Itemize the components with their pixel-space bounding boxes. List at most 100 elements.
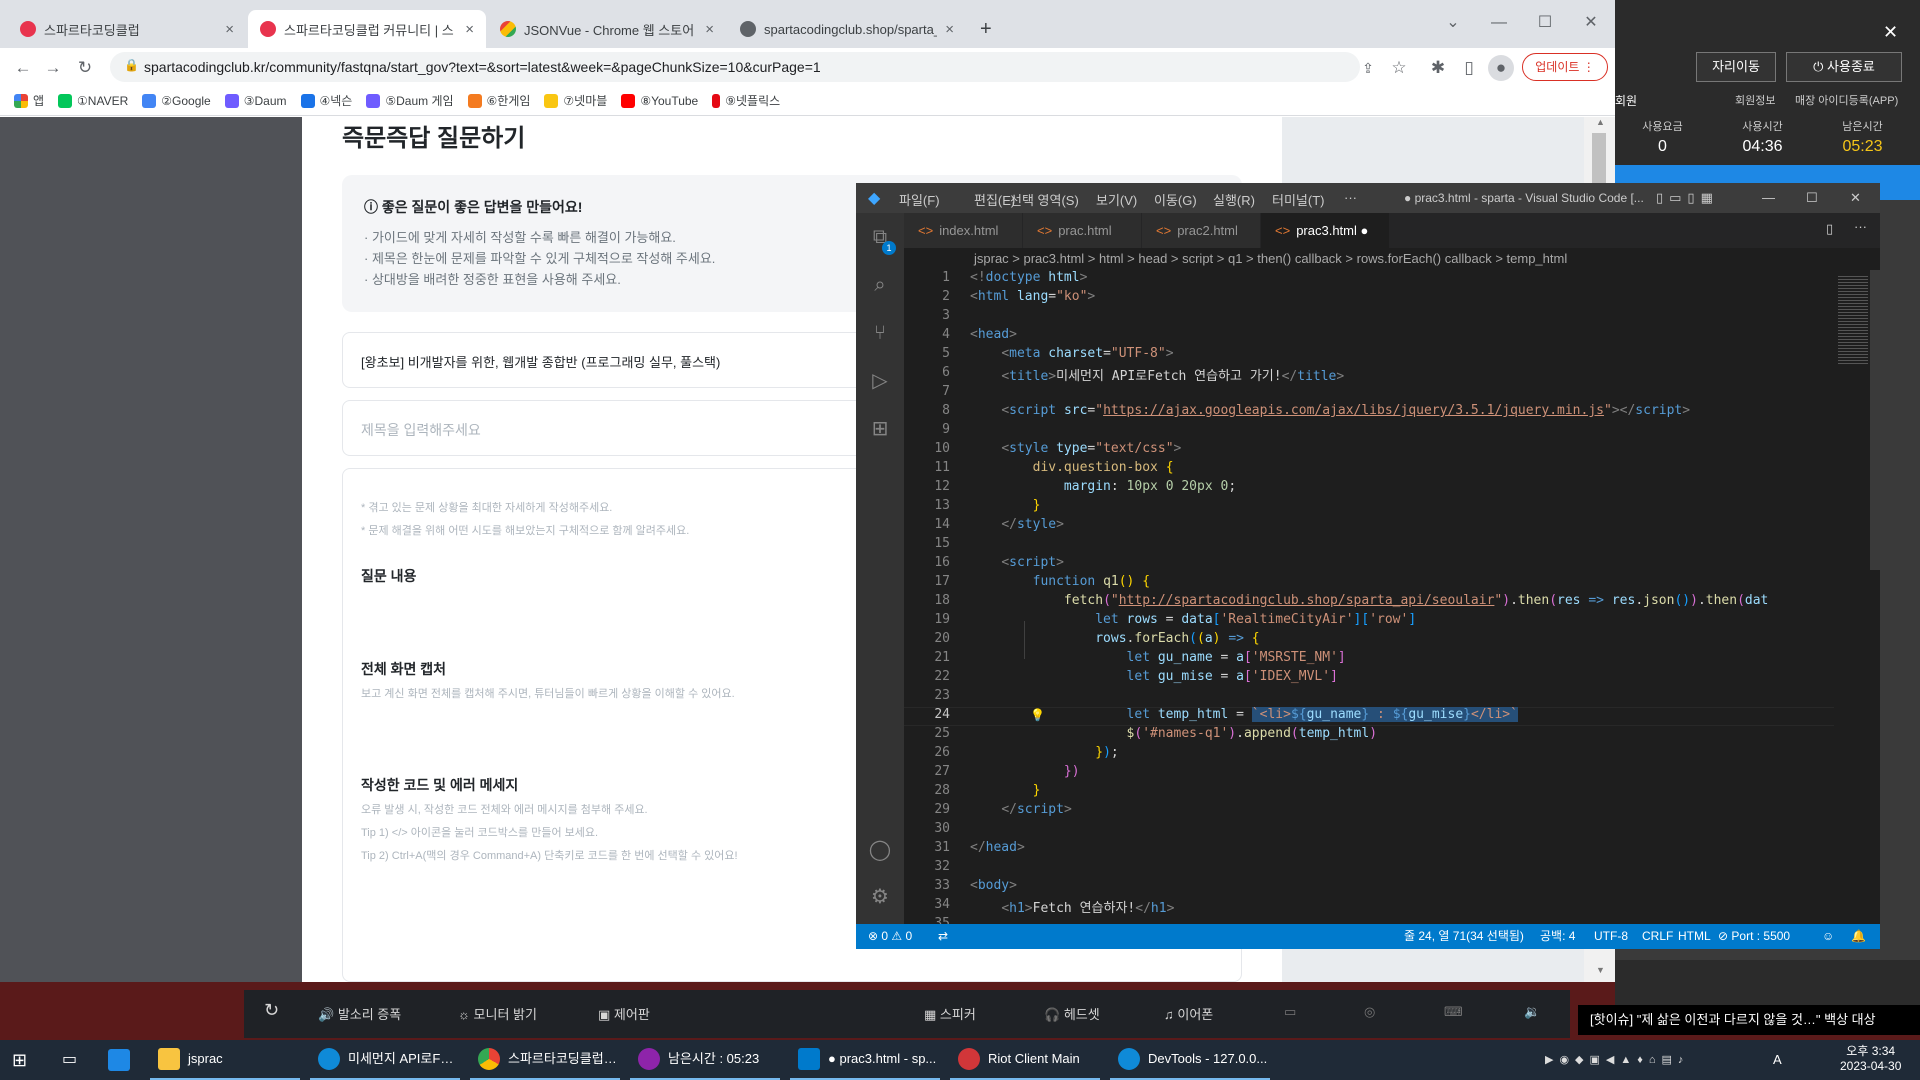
account-icon[interactable]: ◯ bbox=[868, 838, 892, 862]
bookmark-youtube[interactable]: ⑧YouTube bbox=[621, 93, 698, 108]
end-session-button[interactable]: ⏻ 사용종료 bbox=[1786, 52, 1902, 82]
encoding[interactable]: UTF-8 bbox=[1594, 924, 1628, 949]
bookmark-google[interactable]: ②Google bbox=[142, 93, 211, 108]
keyboard-icon[interactable]: ⌨ bbox=[1444, 1004, 1463, 1020]
monitor-icon[interactable]: ▭ bbox=[1284, 1004, 1296, 1020]
close-tab-icon[interactable]: × bbox=[705, 21, 714, 38]
editor-tab-index[interactable]: <> index.html bbox=[904, 213, 1022, 248]
tab-jsonvue[interactable]: JSONVue - Chrome 웹 스토어 × bbox=[488, 10, 726, 48]
close-window-button[interactable]: ✕ bbox=[1568, 8, 1614, 38]
maximize-button[interactable]: ☐ bbox=[1522, 8, 1568, 38]
bookmark-hangame[interactable]: ⑥한게임 bbox=[467, 92, 530, 109]
bookmark-nexon[interactable]: ④넥슨 bbox=[300, 92, 352, 109]
notifications-bell-icon[interactable]: 🔔 bbox=[1851, 924, 1866, 949]
search-icon[interactable]: ⌕ bbox=[868, 273, 892, 297]
close-panel-icon[interactable]: ✕ bbox=[1883, 22, 1898, 43]
system-tray-icons[interactable]: ▶◉◆▣◀▲♦⌂▤♪ bbox=[1545, 1040, 1689, 1080]
extensions-icon[interactable]: ✱ bbox=[1425, 55, 1451, 81]
tab-sparta-shop[interactable]: spartacodingclub.shop/sparta_a × bbox=[728, 10, 966, 48]
taskbar-explorer[interactable]: jsprac bbox=[150, 1040, 300, 1080]
taskbar-chrome[interactable]: 스파르타코딩클럽 ... bbox=[470, 1040, 620, 1080]
register-id-link[interactable]: 매장 아이디등록(APP) bbox=[1795, 92, 1898, 108]
member-info-link[interactable]: 회원정보 bbox=[1735, 92, 1775, 108]
move-seat-button[interactable]: 자리이동 bbox=[1696, 52, 1776, 82]
menu-selection[interactable]: 선택 영역(S) bbox=[1010, 190, 1079, 209]
vscode-maximize-button[interactable]: ☐ bbox=[1806, 190, 1818, 206]
clock[interactable]: 오후 3:34 2023-04-30 bbox=[1840, 1040, 1901, 1080]
bookmark-daum-game[interactable]: ⑤Daum 게임 bbox=[366, 92, 454, 109]
mouse-icon[interactable]: ◎ bbox=[1364, 1004, 1375, 1020]
bookmark-naver[interactable]: ①NAVER bbox=[58, 93, 128, 108]
news-ticker[interactable]: [핫이슈] "제 삶은 이전과 다르지 않을 것…" 백상 대상 bbox=[1578, 1005, 1920, 1035]
tab-sparta-community[interactable]: 스파르타코딩클럽 커뮤니티 | 스 × bbox=[248, 10, 486, 48]
start-button[interactable]: ⊞ bbox=[12, 1040, 27, 1080]
language-mode[interactable]: HTML bbox=[1678, 924, 1711, 949]
taskbar-timer[interactable]: 남은시간 : 05:23 bbox=[630, 1040, 780, 1080]
back-icon[interactable]: ← bbox=[10, 55, 36, 81]
menu-terminal[interactable]: 터미널(T) bbox=[1272, 190, 1324, 209]
update-button[interactable]: 업데이트 ⋮ bbox=[1522, 53, 1608, 81]
tip-heading: ⓘ 좋은 질문이 좋은 답변을 만들어요! bbox=[364, 199, 583, 215]
editor-tab-prac3[interactable]: <> prac3.html ● bbox=[1261, 213, 1389, 248]
problems-indicator[interactable]: ⊗ 0 ⚠ 0 bbox=[868, 924, 912, 949]
menu-file[interactable]: 파일(F) bbox=[899, 190, 940, 209]
extensions-icon[interactable]: ⊞ bbox=[868, 417, 892, 441]
side-panel-icon[interactable]: ▯ bbox=[1456, 55, 1482, 81]
refresh-icon[interactable]: ↻ bbox=[264, 1000, 279, 1021]
footstep-boost-button[interactable]: 🔊 발소리 증폭 bbox=[318, 1004, 401, 1023]
run-debug-icon[interactable]: ▷ bbox=[868, 369, 892, 393]
taskbar-edge[interactable]: 미세먼지 API로Fet... bbox=[310, 1040, 460, 1080]
indentation[interactable]: 공백: 4 bbox=[1540, 924, 1575, 949]
close-tab-icon[interactable]: × bbox=[945, 21, 954, 38]
code-editor[interactable]: 1 2 3 4 5 6 7 8 9 10 11 12 13 14 15 16 17 18 19 20 21 22 23 24 2… bbox=[904, 270, 1834, 924]
volume-icon[interactable]: 🔉 bbox=[1524, 1004, 1540, 1020]
bookmark-star-icon[interactable]: ☆ bbox=[1386, 55, 1412, 81]
vscode-minimize-button[interactable]: — bbox=[1762, 190, 1775, 205]
close-tab-icon[interactable]: × bbox=[225, 21, 234, 38]
address-bar[interactable]: 🔒 spartacodingclub.kr/community/fastqna/… bbox=[110, 52, 1360, 82]
earphone-button[interactable]: ♫ 이어폰 bbox=[1164, 1004, 1213, 1023]
menu-go[interactable]: 이동(G) bbox=[1154, 190, 1197, 209]
taskbar-vscode[interactable]: ● prac3.html - sp... bbox=[790, 1040, 940, 1080]
layout-icons[interactable]: ▯▭▯▦ bbox=[1656, 190, 1719, 206]
menu-more[interactable]: ··· bbox=[1344, 190, 1357, 205]
feedback-icon[interactable]: ☺ bbox=[1822, 924, 1834, 949]
ime-indicator[interactable]: A bbox=[1773, 1040, 1782, 1080]
cursor-position[interactable]: 줄 24, 열 71(34 선택됨) bbox=[1404, 924, 1524, 949]
forward-icon[interactable]: → bbox=[40, 55, 66, 81]
bookmark-netflix[interactable]: ⑨넷플릭스 bbox=[712, 92, 780, 109]
editor-more-icon[interactable]: ··· bbox=[1854, 219, 1867, 234]
bookmark-daum[interactable]: ③Daum bbox=[224, 93, 287, 108]
editor-tab-prac[interactable]: <> prac.html bbox=[1023, 213, 1141, 248]
reload-icon[interactable]: ↻ bbox=[72, 55, 98, 81]
minimize-button[interactable]: — bbox=[1476, 8, 1522, 38]
split-editor-icon[interactable]: ▯ bbox=[1826, 221, 1833, 237]
new-tab-button[interactable]: + bbox=[968, 10, 1008, 48]
app-icon[interactable] bbox=[108, 1040, 130, 1080]
task-view-icon[interactable]: ▭ bbox=[62, 1040, 77, 1080]
vscode-close-button[interactable]: ✕ bbox=[1850, 190, 1861, 206]
profile-avatar-icon[interactable]: ● bbox=[1488, 55, 1514, 81]
editor-tab-prac2[interactable]: <> prac2.html bbox=[1142, 213, 1260, 248]
menu-view[interactable]: 보기(V) bbox=[1096, 190, 1137, 209]
breadcrumb[interactable]: jsprac > prac3.html > html > head > scri… bbox=[904, 248, 1880, 270]
source-control-icon[interactable]: ⑂ bbox=[868, 321, 892, 345]
editor-scrollbar[interactable] bbox=[1870, 270, 1880, 570]
settings-gear-icon[interactable]: ⚙ bbox=[868, 885, 892, 909]
bookmark-netmarble[interactable]: ⑦넷마블 bbox=[544, 92, 607, 109]
live-server-port[interactable]: ⊘ Port : 5500 bbox=[1718, 924, 1790, 949]
bookmark-apps[interactable]: 앱 bbox=[14, 92, 44, 109]
tab-search-icon[interactable]: ⌄ bbox=[1430, 8, 1476, 38]
headset-button[interactable]: 🎧 헤드셋 bbox=[1044, 1004, 1100, 1023]
close-tab-icon[interactable]: × bbox=[465, 21, 474, 38]
live-share-icon[interactable]: ⇄ bbox=[938, 924, 948, 949]
speaker-button[interactable]: ▦ 스피커 bbox=[924, 1004, 976, 1023]
tab-sparta-main[interactable]: 스파르타코딩클럽 × bbox=[8, 10, 246, 48]
menu-run[interactable]: 실행(R) bbox=[1213, 190, 1255, 209]
taskbar-riot[interactable]: Riot Client Main bbox=[950, 1040, 1100, 1080]
monitor-brightness-button[interactable]: ☼ 모니터 밝기 bbox=[458, 1004, 537, 1023]
minimap[interactable] bbox=[1834, 270, 1880, 924]
taskbar-devtools[interactable]: DevTools - 127.0.0... bbox=[1110, 1040, 1270, 1080]
line-ending[interactable]: CRLF bbox=[1642, 924, 1673, 949]
control-panel-button[interactable]: ▣ 제어판 bbox=[598, 1004, 650, 1023]
